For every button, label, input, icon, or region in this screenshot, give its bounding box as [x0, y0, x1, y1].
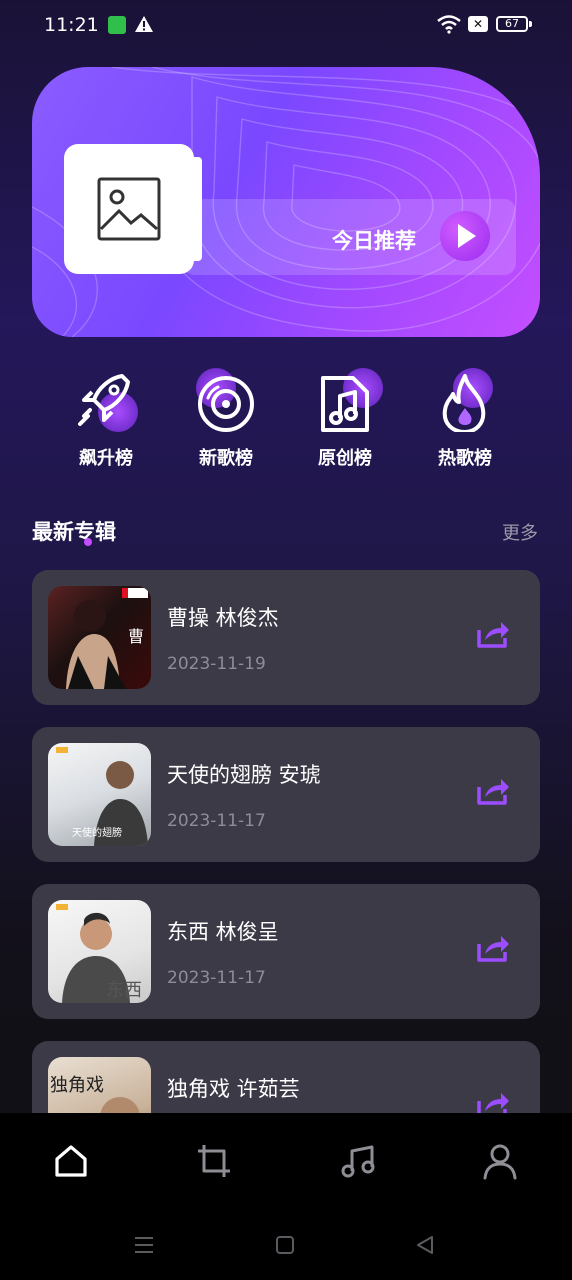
image-placeholder-icon: [97, 177, 161, 241]
status-bar: 11:21 ✕ 67: [0, 0, 572, 52]
category-label: 新歌榜: [199, 448, 253, 469]
album-date: 2023-11-17: [167, 968, 266, 988]
wifi-icon: [437, 15, 461, 34]
album-thumbnail: 天使的翅膀: [48, 743, 151, 846]
warning-icon: [135, 16, 153, 32]
album-name: 东西 林俊呈: [167, 920, 279, 944]
thumb-caption: 独角戏: [50, 1075, 104, 1096]
album-name: 天使的翅膀 安琥: [167, 763, 321, 787]
home-square-icon[interactable]: [274, 1234, 296, 1256]
more-link[interactable]: 更多: [502, 519, 538, 545]
album-art: 天使的翅膀: [56, 747, 148, 846]
battery-tip: [529, 21, 532, 27]
battery-icon: 67: [496, 16, 528, 32]
flame-icon: [442, 374, 486, 432]
share-icon[interactable]: [475, 932, 511, 964]
album-thumbnail: 东西: [48, 900, 151, 1003]
hero-banner[interactable]: 今日推荐: [32, 67, 540, 337]
category-label: 热歌榜: [438, 448, 492, 469]
recommend-label[interactable]: 今日推荐: [332, 225, 416, 255]
status-time: 11:21: [44, 14, 99, 36]
music-file-icon: [321, 376, 369, 432]
section-title: 最新专辑: [32, 520, 116, 544]
category-new-songs[interactable]: 新歌榜: [176, 368, 276, 470]
thumb-caption: 天使的翅膀: [72, 826, 122, 839]
album-date: 2023-11-19: [167, 654, 266, 674]
album-name: 曹操 林俊杰: [167, 606, 279, 630]
album-name: 独角戏 许茹芸: [167, 1077, 300, 1101]
album-art: 曹: [66, 588, 148, 689]
menu-icon[interactable]: [133, 1234, 155, 1256]
back-triangle-icon[interactable]: [414, 1234, 436, 1256]
list-item[interactable]: 东西 东西 林俊呈 2023-11-17: [32, 884, 540, 1019]
category-hot-songs[interactable]: 热歌榜: [415, 368, 515, 470]
album-art: 东西: [56, 904, 142, 1003]
close-box-icon: ✕: [468, 16, 488, 32]
album-thumbnail: 曹: [48, 586, 151, 689]
play-button[interactable]: [440, 211, 490, 261]
system-nav-bar: [0, 1218, 572, 1280]
vinyl-disc-icon: [198, 376, 254, 432]
category-row: 飙升榜 新歌榜 原创榜 热歌榜: [0, 368, 572, 478]
profile-icon[interactable]: [480, 1141, 520, 1181]
category-label: 原创榜: [318, 448, 372, 469]
cover-edge: [194, 157, 202, 261]
svg-text:曹: 曹: [128, 627, 144, 646]
crop-icon[interactable]: [194, 1141, 234, 1181]
rocket-icon: [78, 374, 130, 426]
share-icon[interactable]: [475, 775, 511, 807]
thumb-caption: 东西: [106, 980, 142, 1001]
category-label: 飙升榜: [79, 448, 133, 469]
sim-icon: [108, 16, 126, 34]
list-item[interactable]: 天使的翅膀 天使的翅膀 安琥 2023-11-17: [32, 727, 540, 862]
list-item[interactable]: 曹 曹操 林俊杰 2023-11-19: [32, 570, 540, 705]
play-icon: [458, 224, 476, 248]
album-date: 2023-11-17: [167, 811, 266, 831]
home-icon[interactable]: [51, 1141, 91, 1181]
section-accent-dot: [84, 538, 92, 546]
share-icon[interactable]: [475, 618, 511, 650]
hero-cover-image: [64, 144, 194, 274]
music-note-icon[interactable]: [338, 1141, 378, 1181]
category-rising-chart[interactable]: 飙升榜: [56, 368, 156, 470]
category-original[interactable]: 原创榜: [295, 368, 395, 470]
